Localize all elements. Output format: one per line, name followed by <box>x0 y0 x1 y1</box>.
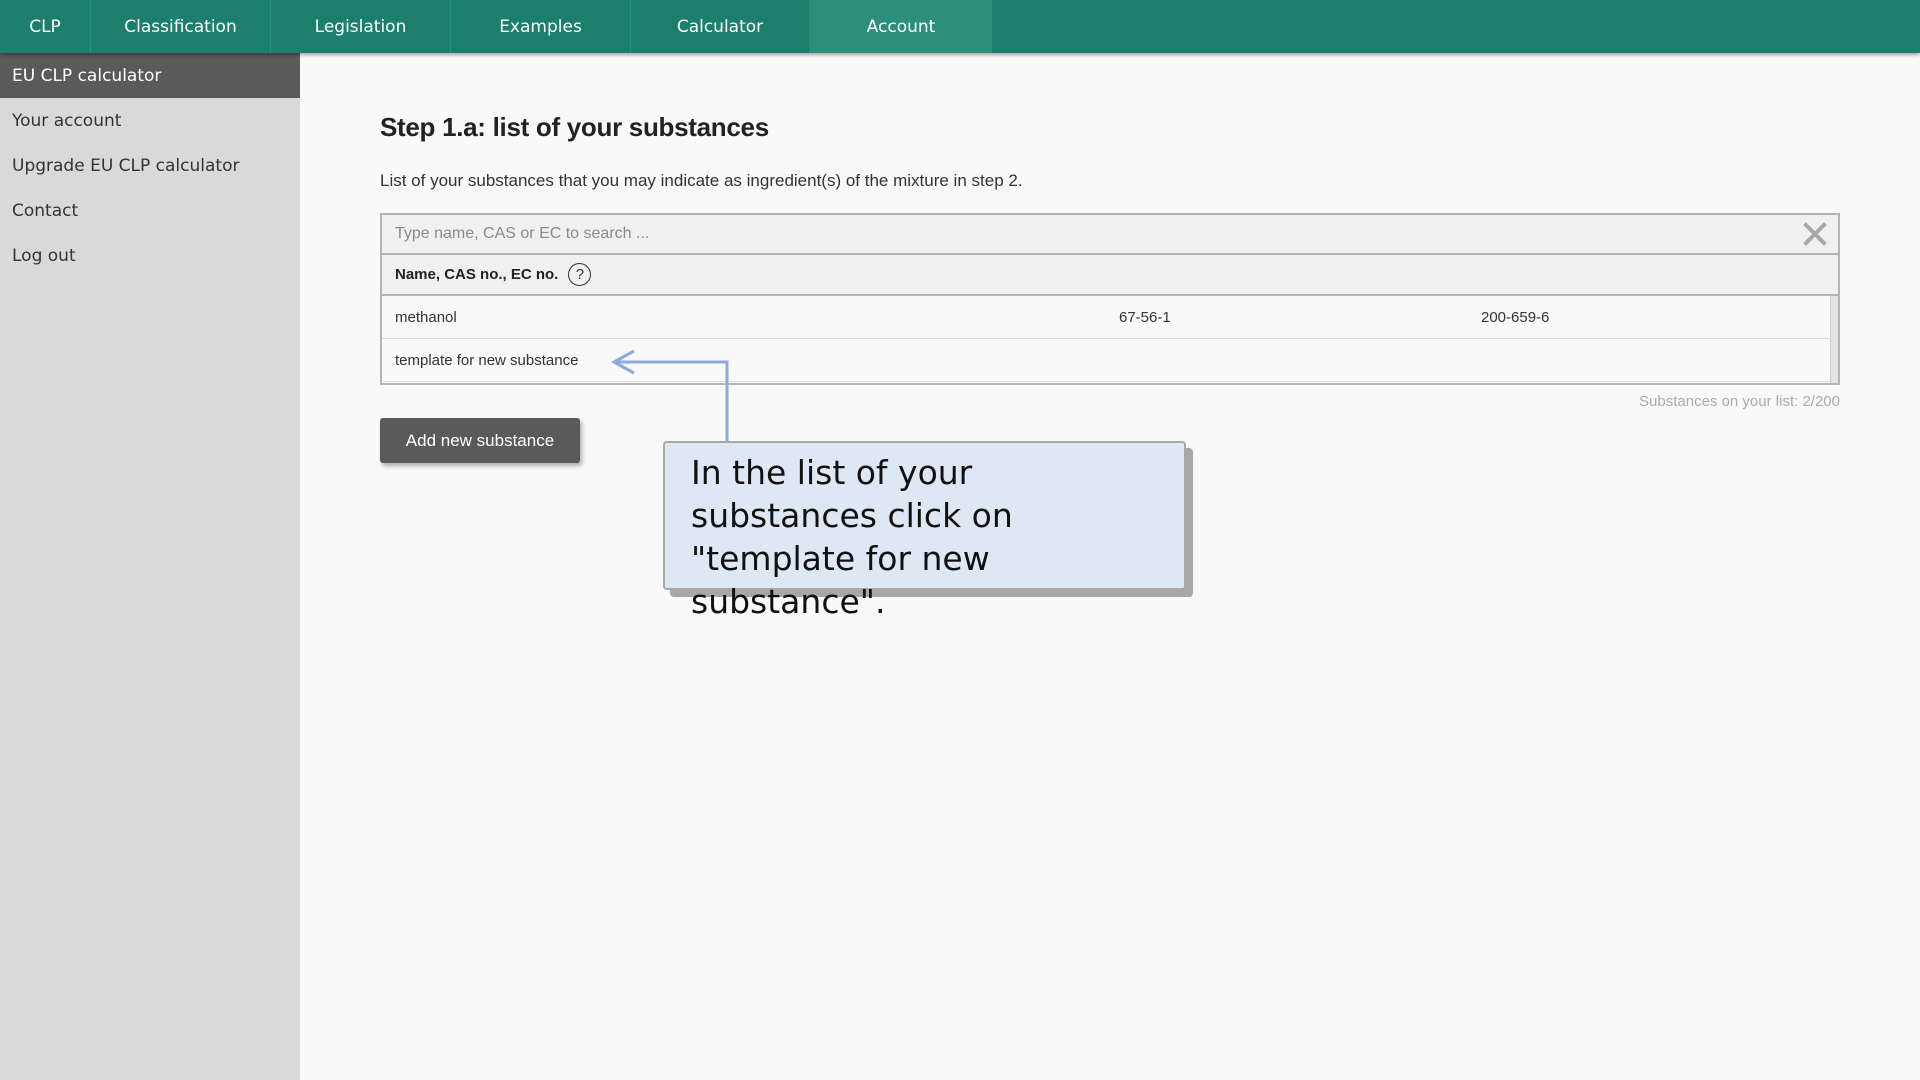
help-icon[interactable]: ? <box>568 263 592 286</box>
sidebar-item-your-account[interactable]: Your account <box>0 98 300 143</box>
instruction-callout: In the list of your substances click on … <box>663 441 1186 621</box>
table-body: methanol 67-56-1 200-659-6 template for … <box>382 296 1838 383</box>
tab-calculator[interactable]: Calculator <box>631 0 810 53</box>
tab-examples[interactable]: Examples <box>451 0 631 53</box>
substance-name: template for new substance <box>395 351 579 369</box>
column-header-name-cas-ec: Name, CAS no., EC no. <box>395 266 559 283</box>
table-header: Name, CAS no., EC no. ? <box>382 255 1838 296</box>
clear-search-icon[interactable] <box>1802 221 1828 247</box>
sidebar: EU CLP calculator Your account Upgrade E… <box>0 53 300 1080</box>
page-title: Step 1.a: list of your substances <box>380 112 769 142</box>
substances-table: Name, CAS no., EC no. ? methanol 67-56-1… <box>380 213 1840 385</box>
intro-text: List of your substances that you may ind… <box>380 171 1023 190</box>
search-row <box>382 215 1838 255</box>
sidebar-item-upgrade[interactable]: Upgrade EU CLP calculator <box>0 143 300 188</box>
tab-legislation[interactable]: Legislation <box>271 0 451 53</box>
substance-cas: 67-56-1 <box>1119 308 1171 326</box>
add-new-substance-button[interactable]: Add new substance <box>380 418 580 463</box>
sidebar-item-eu-clp-calculator[interactable]: EU CLP calculator <box>0 53 300 98</box>
substance-count: Substances on your list: 2/200 <box>1639 393 1840 410</box>
tab-classification[interactable]: Classification <box>91 0 271 53</box>
sidebar-item-contact[interactable]: Contact <box>0 188 300 233</box>
top-navigation: CLP Classification Legislation Examples … <box>0 0 1920 53</box>
search-input[interactable] <box>382 215 1782 253</box>
substance-ec: 200-659-6 <box>1481 308 1550 326</box>
table-scrollbar[interactable] <box>1830 296 1838 383</box>
tab-clp[interactable]: CLP <box>0 0 91 53</box>
table-row[interactable]: methanol 67-56-1 200-659-6 <box>382 296 1830 339</box>
sidebar-item-log-out[interactable]: Log out <box>0 233 300 278</box>
table-row-template[interactable]: template for new substance <box>382 339 1830 382</box>
substance-name: methanol <box>395 308 457 326</box>
tab-account[interactable]: Account <box>810 0 992 53</box>
